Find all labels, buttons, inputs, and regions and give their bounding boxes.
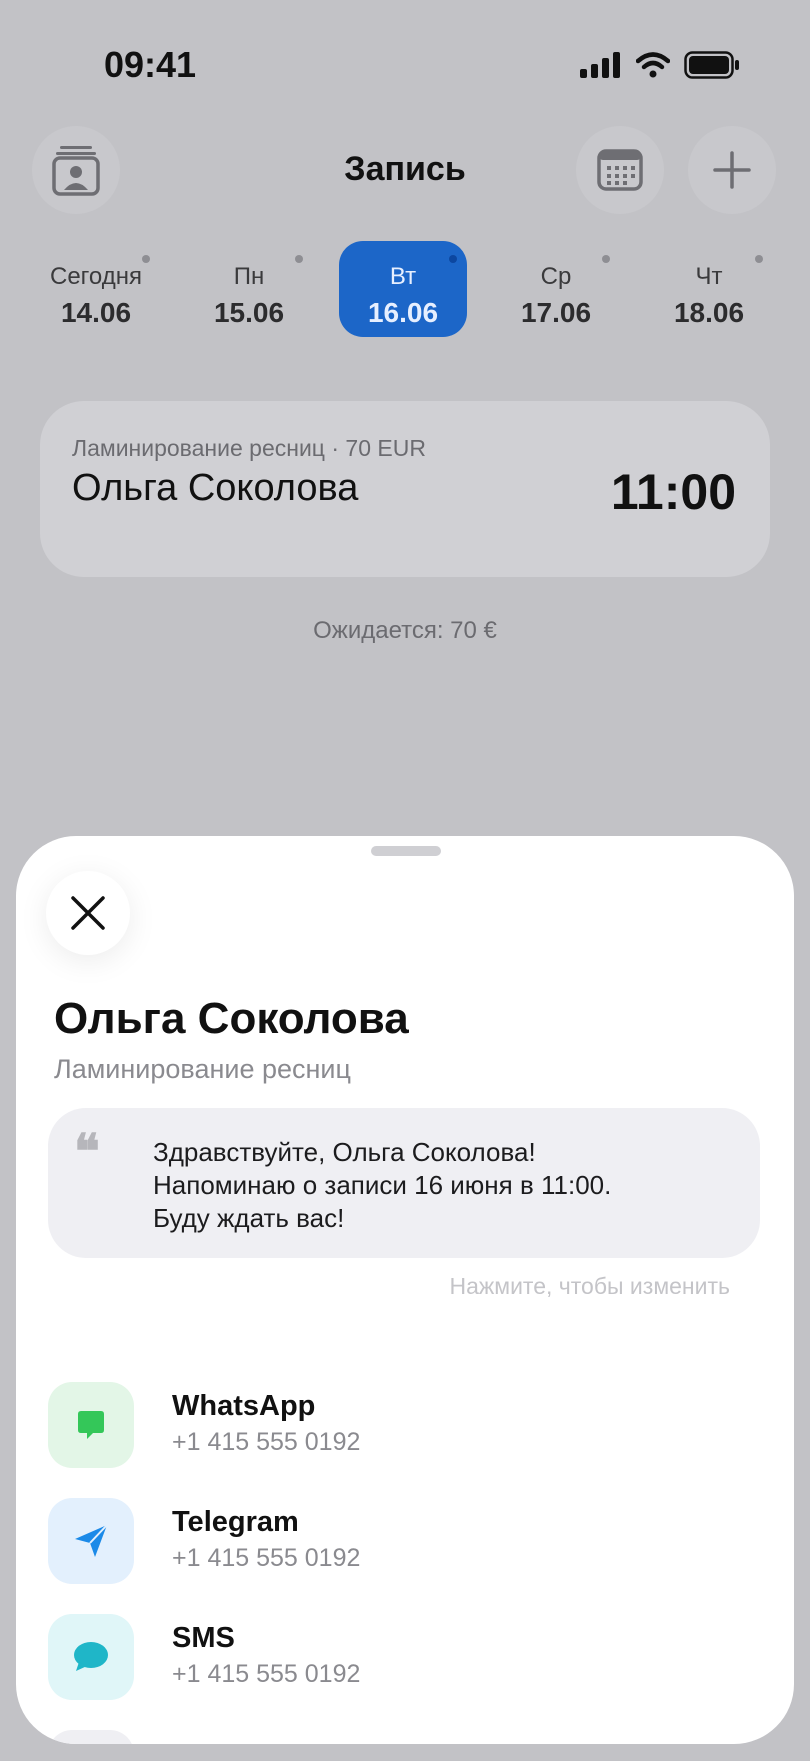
day-indicator-dot (449, 255, 457, 263)
sheet-service: Ламинирование ресниц (54, 1054, 351, 1084)
plus-icon (713, 151, 751, 189)
day-date: 16.06 (367, 297, 439, 328)
status-time: 09:41 (104, 44, 197, 85)
sheet-grabber[interactable] (371, 846, 441, 856)
message-line: Напоминаю о записи 16 июня в 11:00. (153, 1170, 612, 1200)
day-tab[interactable]: Пн 15.06 (185, 241, 313, 337)
day-name: Вт (389, 263, 417, 290)
reminder-sheet: Ольга Соколова Ламинирование ресниц ❝ Зд… (16, 836, 794, 1744)
channel-sms[interactable]: SMS +1 415 555 0192 (48, 1614, 760, 1700)
day-indicator-dot (602, 255, 610, 263)
day-tab-selected[interactable]: Вт 16.06 (339, 241, 467, 337)
channel-telegram[interactable]: Telegram +1 415 555 0192 (48, 1498, 760, 1584)
day-indicator-dot (142, 255, 150, 263)
channel-name: Telegram (172, 1506, 299, 1538)
battery-icon (684, 51, 739, 79)
appointment-service-price: Ламинирование ресниц · 70 EUR (72, 435, 426, 461)
whatsapp-icon (48, 1382, 134, 1468)
day-name: Сегодня (50, 263, 142, 290)
channel-more[interactable] (48, 1730, 760, 1744)
message-preview[interactable]: ❝ Здравствуйте, Ольга Соколова! Напомина… (48, 1108, 760, 1258)
expected-total: Ожидается: 70 € (313, 617, 497, 644)
close-icon (71, 896, 105, 930)
day-indicator-dot (755, 255, 763, 263)
quote-icon: ❝ (74, 1124, 100, 1180)
calendar-icon (597, 149, 643, 191)
day-tab[interactable]: Ср 17.06 (492, 241, 620, 337)
message-text: Здравствуйте, Ольга Соколова! Напоминаю … (153, 1136, 611, 1235)
message-line: Здравствуйте, Ольга Соколова! (153, 1137, 536, 1167)
calendar-button[interactable] (576, 126, 664, 214)
add-appointment-button[interactable] (688, 126, 776, 214)
more-channel-icon (48, 1730, 134, 1744)
channel-name: WhatsApp (172, 1390, 316, 1422)
signal-icon (580, 52, 620, 78)
day-name: Ср (540, 263, 572, 290)
day-name: Чт (695, 263, 723, 290)
day-date: 17.06 (520, 297, 592, 328)
day-name: Пн (233, 263, 265, 290)
day-date: 18.06 (673, 297, 745, 328)
close-button[interactable] (46, 871, 130, 955)
sheet-client-name: Ольга Соколова (54, 994, 409, 1043)
appointment-card[interactable]: Ламинирование ресниц · 70 EUR Ольга Соко… (40, 401, 770, 577)
message-line: Буду ждать вас! (153, 1203, 345, 1233)
day-indicator-dot (295, 255, 303, 263)
channel-phone: +1 415 555 0192 (172, 1660, 361, 1688)
wifi-icon (636, 52, 670, 78)
day-tab[interactable]: Сегодня 14.06 (32, 241, 160, 337)
channel-phone: +1 415 555 0192 (172, 1544, 361, 1572)
edit-hint[interactable]: Нажмите, чтобы изменить (449, 1273, 730, 1300)
channel-name: SMS (172, 1622, 235, 1654)
appointment-client-name: Ольга Соколова (72, 467, 359, 509)
day-tab[interactable]: Чт 18.06 (645, 241, 773, 337)
channel-whatsapp[interactable]: WhatsApp +1 415 555 0192 (48, 1382, 760, 1468)
appointment-time: 11:00 (610, 464, 736, 520)
telegram-icon (48, 1498, 134, 1584)
channel-phone: +1 415 555 0192 (172, 1428, 361, 1456)
status-icons (580, 48, 740, 82)
day-date: 14.06 (60, 297, 132, 328)
sms-icon (48, 1614, 134, 1700)
day-date: 15.06 (213, 297, 285, 328)
